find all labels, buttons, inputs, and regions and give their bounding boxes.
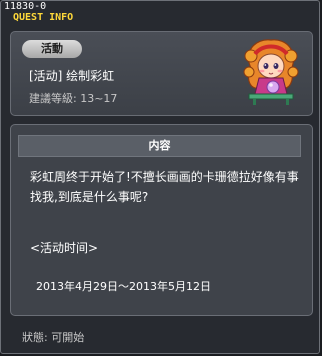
quest-info-window: 11830-0 QUEST INFO 活動 [活动] 绘制彩虹 建議等級: 13… <box>0 0 320 354</box>
quest-status: 狀態: 可開始 <box>22 329 84 345</box>
recommended-level: 建議等級: 13~17 <box>29 90 117 106</box>
event-time-label: <活动时间> <box>30 241 99 255</box>
quest-name: [活动] 绘制彩虹 <box>29 69 115 83</box>
content-header: 内容 <box>18 135 301 157</box>
level-range: 13~17 <box>80 92 118 105</box>
window-title: QUEST INFO <box>13 12 74 23</box>
status-label: 狀態: <box>22 331 48 344</box>
status-value: 可開始 <box>51 331 85 344</box>
quest-id: 11830-0 <box>4 1 47 12</box>
category-badge: 活動 <box>22 40 82 58</box>
cassandra-npc-icon <box>243 39 299 105</box>
level-label: 建議等級: <box>29 92 77 105</box>
event-time-value: 2013年4月29日～2013年5月12日 <box>36 280 211 293</box>
quest-description: 彩虹周终于开始了!不擅长画画的卡珊德拉好像有事找我,到底是什么事呢? <box>30 170 299 204</box>
